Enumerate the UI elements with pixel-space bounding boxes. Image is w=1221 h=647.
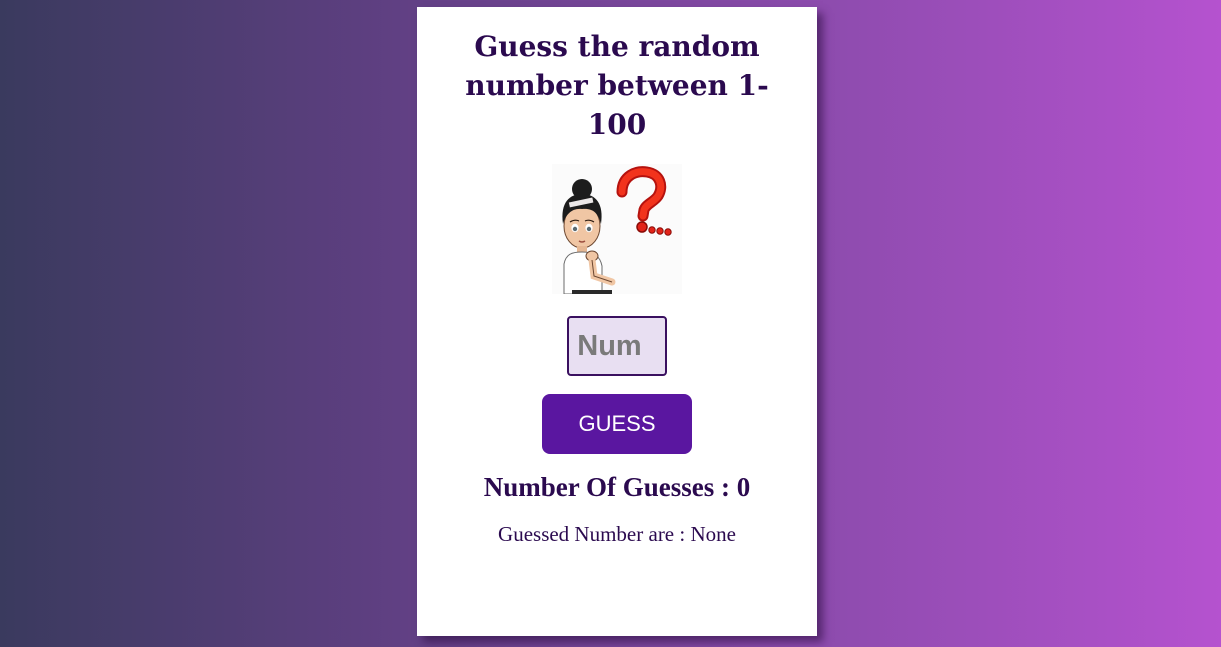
guess-number-input[interactable] [567,316,667,376]
page-title: Guess the random number between 1-100 [465,30,769,141]
guessed-numbers: Guessed Number are : None [498,522,736,546]
game-card: Guess the random number between 1-100 Nu… [417,7,817,636]
guess-count: Number Of Guesses : 0 [483,472,751,502]
thinking-girl-icon [552,164,682,294]
guess-button[interactable]: GUESS [542,394,692,454]
